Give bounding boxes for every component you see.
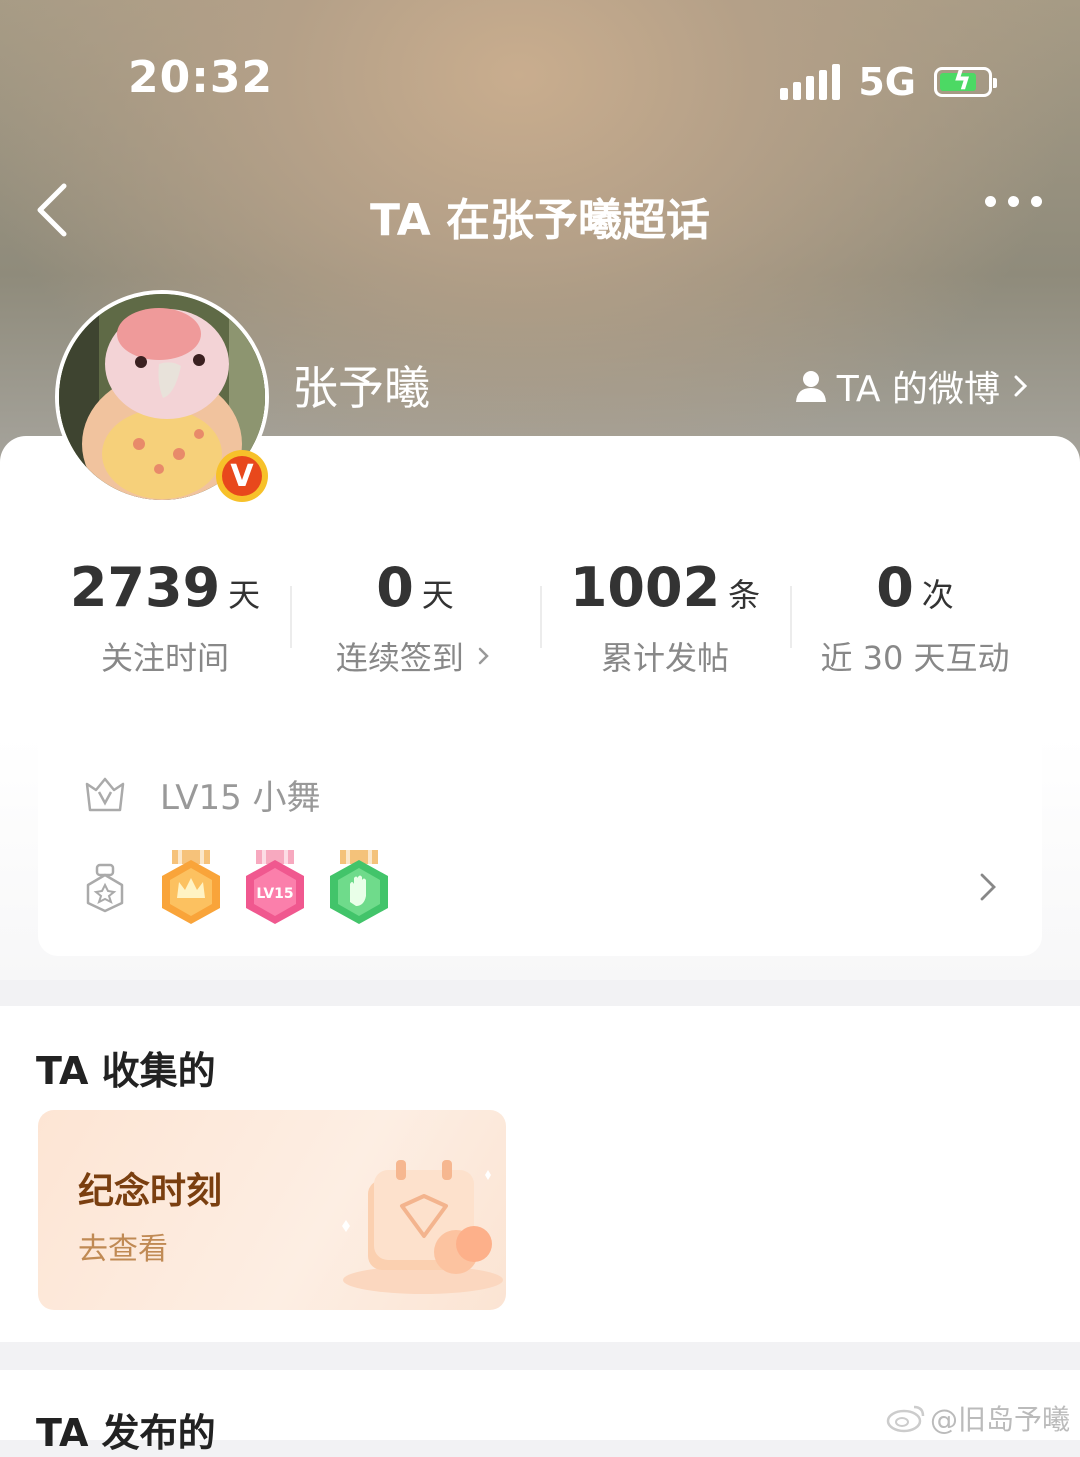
status-time: 20:32 bbox=[128, 52, 274, 103]
network-type: 5G bbox=[858, 60, 916, 104]
memorial-card-title: 纪念时刻 bbox=[78, 1171, 223, 1212]
weibo-profile-link[interactable]: TA 的微博 bbox=[793, 360, 1034, 412]
status-icons: 5G ϟ bbox=[780, 60, 997, 104]
profile-card: 2739 天 关注时间 0天 连续签到 1002 条 累计发帖 0次 近 30 天互… bbox=[0, 436, 1080, 980]
hand-medal-icon[interactable] bbox=[328, 850, 390, 926]
person-icon bbox=[795, 371, 826, 402]
level-label: LV15 小舞 bbox=[160, 778, 321, 818]
stat-follow-days: 2739 天 关注时间 bbox=[69, 556, 261, 677]
stat-interactions: 0次 近 30 天互动 bbox=[790, 556, 1040, 679]
lv15-medal-icon[interactable]: LV15 bbox=[244, 850, 306, 926]
battery-icon: ϟ bbox=[934, 66, 997, 97]
signal-icon bbox=[780, 64, 841, 100]
watermark: @旧岛予曦 bbox=[886, 1398, 1070, 1438]
stat-total-posts: 1002 条 累计发帖 bbox=[540, 556, 790, 679]
page-title: TA 在张予曦超话 bbox=[370, 195, 710, 246]
medal-list: LV15 bbox=[160, 850, 390, 926]
more-options-icon[interactable] bbox=[985, 196, 1042, 207]
memorial-card[interactable]: 纪念时刻 去查看 bbox=[38, 1110, 506, 1310]
weibo-logo-icon bbox=[886, 1405, 925, 1433]
level-medal-card[interactable]: LV15 小舞 LV15 bbox=[38, 730, 1042, 956]
user-name: 张予曦 bbox=[292, 361, 430, 415]
svg-text:LV15: LV15 bbox=[256, 886, 293, 902]
collect-section-title: TA 收集的 bbox=[36, 1049, 216, 1093]
posted-section-title: TA 发布的 bbox=[36, 1411, 216, 1455]
crown-level-icon bbox=[85, 777, 125, 811]
chevron-right-icon[interactable] bbox=[976, 870, 1000, 904]
calendar-heart-icon bbox=[342, 1160, 503, 1294]
stat-checkin-days[interactable]: 0天 连续签到 bbox=[290, 556, 540, 679]
chevron-right-icon bbox=[1014, 375, 1028, 397]
collect-section: TA 收集的 纪念时刻 去查看 bbox=[0, 1006, 1080, 1342]
chevron-right-icon bbox=[478, 647, 489, 665]
memorial-card-action[interactable]: 去查看 bbox=[78, 1224, 168, 1268]
stats-row: 2739 天 关注时间 0天 连续签到 1002 条 累计发帖 0次 近 30 天互… bbox=[40, 556, 1040, 679]
weibo-link-label: TA 的微博 bbox=[836, 369, 1000, 410]
crown-medal-icon[interactable] bbox=[160, 850, 222, 926]
medal-outline-icon bbox=[86, 863, 124, 913]
verified-badge: V bbox=[216, 450, 268, 502]
